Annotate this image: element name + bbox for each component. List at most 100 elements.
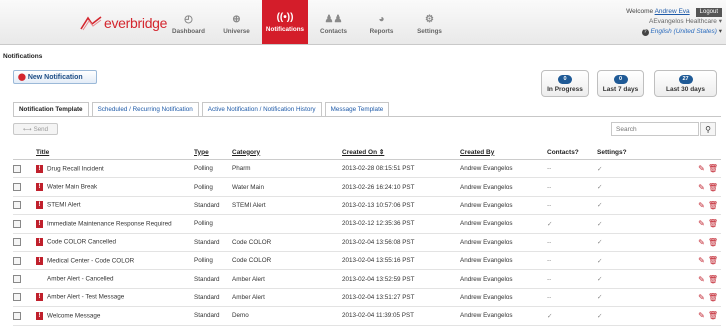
priority-icon: ! [36, 183, 43, 192]
notification-title[interactable]: Code COLOR Cancelled [47, 239, 116, 246]
delete-icon[interactable]: 🗑 [708, 275, 718, 284]
stat-last-30-days[interactable]: 27 Last 30 days [654, 70, 717, 97]
row-checkbox[interactable] [13, 164, 21, 173]
contacts-status: -- [547, 275, 552, 283]
contacts-icon: ♟♟ [324, 14, 343, 25]
type-cell: Standard [194, 288, 232, 308]
help-icon[interactable]: ? [641, 29, 649, 36]
column-category[interactable]: Category [232, 145, 342, 160]
stat-count-badge: 0 [613, 75, 628, 84]
language-selector[interactable]: ? English (United States) ▾ [626, 27, 722, 37]
row-checkbox[interactable] [13, 219, 21, 228]
column-title[interactable]: Title [36, 145, 194, 160]
row-select-cell [13, 177, 36, 197]
notification-title[interactable]: Medical Center - Code COLOR [47, 257, 134, 264]
row-select-cell [13, 214, 36, 234]
row-checkbox[interactable] [13, 311, 21, 320]
nav-universe[interactable]: ⊕ Universe [214, 0, 259, 44]
column-type[interactable]: Type [194, 145, 232, 160]
notification-title[interactable]: Drug Recall Incident [47, 165, 104, 172]
stat-last-7-days[interactable]: 0 Last 7 days [597, 70, 644, 97]
search-icon[interactable]: ⚲ [700, 122, 716, 136]
row-checkbox[interactable] [13, 293, 21, 302]
edit-icon[interactable]: ✎ [698, 164, 705, 173]
edit-icon[interactable]: ✎ [698, 183, 705, 192]
delete-icon[interactable]: 🗑 [708, 164, 718, 173]
row-checkbox[interactable] [13, 256, 21, 265]
nav-notifications[interactable]: ((•)) Notifications [262, 0, 308, 44]
settings-status: ✓ [597, 276, 603, 284]
row-select-cell [13, 159, 36, 179]
new-notification-label: New Notification [27, 73, 83, 81]
nav-contacts[interactable]: ♟♟ Contacts [311, 0, 356, 44]
table-row[interactable]: ! STEMI Alert Standard STEMI Alert 2013-02-1… [13, 196, 721, 216]
row-checkbox[interactable] [13, 275, 21, 284]
tab-notification-template[interactable]: Notification Template [13, 102, 89, 117]
everbridge-logo[interactable]: everbridge [80, 12, 167, 34]
nav-label: Reports [369, 28, 394, 35]
table-row[interactable]: Amber Alert - Cancelled Standard Amber Ale… [13, 269, 721, 289]
new-notification-button[interactable]: ⬤ New Notification [13, 70, 97, 84]
notification-title[interactable]: Welcome Message [47, 312, 100, 319]
category-cell: Amber Alert [232, 269, 342, 289]
table-row[interactable]: ! Medical Center - Code COLOR Polling Code … [13, 251, 721, 271]
search-input[interactable] [611, 122, 699, 136]
title-cell: ! Medical Center - Code COLOR [36, 251, 194, 271]
nav-dashboard[interactable]: ◴ Dashboard [166, 0, 211, 44]
logo-wave-icon [80, 16, 102, 31]
column-created-on[interactable]: Created On ⇕ [342, 145, 460, 160]
logout-button[interactable]: Logout [695, 8, 722, 17]
user-name-link[interactable]: Andrew Eva [655, 8, 690, 15]
category-cell: Amber Alert [232, 288, 342, 308]
tab-active-history[interactable]: Active Notification / Notification Histo… [201, 102, 322, 116]
table-row[interactable]: ! Water Main Break Polling Water Main 2013-0… [13, 177, 721, 197]
table-row[interactable]: ! Welcome Message Standard Demo 2013-02-04 1… [13, 306, 721, 326]
tab-message-template[interactable]: Message Template [324, 102, 390, 116]
category-cell: Code COLOR [232, 233, 342, 252]
notification-tabs: Notification Template Scheduled / Recurr… [13, 102, 392, 117]
nav-settings[interactable]: ⚙ Settings [407, 0, 452, 44]
edit-icon[interactable]: ✎ [698, 219, 705, 228]
title-cell: ! Immediate Maintenance Response Required [36, 214, 194, 234]
row-checkbox[interactable] [13, 238, 21, 247]
created-on-cell: 2013-02-04 13:51:27 PST [342, 288, 460, 308]
notification-title[interactable]: Water Main Break [47, 184, 97, 191]
notification-title[interactable]: Immediate Maintenance Response Required [47, 221, 172, 228]
table-row[interactable]: ! Drug Recall Incident Polling Pharm 2013-02… [13, 159, 721, 179]
title-cell: Amber Alert - Cancelled [36, 269, 194, 289]
category-cell: Pharm [232, 159, 342, 179]
delete-icon[interactable]: 🗑 [708, 183, 718, 192]
delete-icon[interactable]: 🗑 [708, 293, 718, 302]
delete-icon[interactable]: 🗑 [708, 238, 718, 247]
edit-icon[interactable]: ✎ [698, 201, 705, 210]
delete-icon[interactable]: 🗑 [708, 201, 718, 210]
delete-icon[interactable]: 🗑 [708, 311, 718, 320]
row-checkbox[interactable] [13, 201, 21, 210]
title-cell: ! Welcome Message [36, 306, 194, 326]
table-row[interactable]: ! Amber Alert - Test Message Standard Amber… [13, 288, 721, 308]
settings-status: ✓ [597, 184, 603, 192]
delete-icon[interactable]: 🗑 [708, 219, 718, 228]
row-select-cell [13, 196, 36, 216]
table-row[interactable]: ! Immediate Maintenance Response Required… [13, 214, 721, 234]
settings-status: ✓ [597, 220, 603, 228]
priority-icon: ! [36, 219, 43, 228]
org-selector[interactable]: AEvangelos Healthcare ▾ [626, 17, 722, 27]
delete-icon[interactable]: 🗑 [708, 256, 718, 265]
nav-reports[interactable]: ◕ Reports [359, 0, 404, 44]
column-created-by[interactable]: Created By [460, 145, 547, 160]
edit-icon[interactable]: ✎ [698, 256, 705, 265]
notification-title[interactable]: STEMI Alert [47, 202, 81, 209]
edit-icon[interactable]: ✎ [698, 311, 705, 320]
edit-icon[interactable]: ✎ [698, 238, 705, 247]
row-checkbox[interactable] [13, 183, 21, 192]
notification-title[interactable]: Amber Alert - Cancelled [47, 276, 114, 283]
settings-cell: ✓ [597, 288, 685, 308]
stat-in-progress[interactable]: 0 In Progress [541, 70, 589, 97]
notification-title[interactable]: Amber Alert - Test Message [47, 294, 124, 301]
edit-icon[interactable]: ✎ [698, 293, 705, 302]
send-button[interactable]: ⟷ Send [13, 123, 58, 135]
edit-icon[interactable]: ✎ [698, 275, 705, 284]
table-row[interactable]: ! Code COLOR Cancelled Standard Code COLOR 2… [13, 233, 721, 252]
tab-scheduled-recurring[interactable]: Scheduled / Recurring Notification [91, 102, 199, 116]
